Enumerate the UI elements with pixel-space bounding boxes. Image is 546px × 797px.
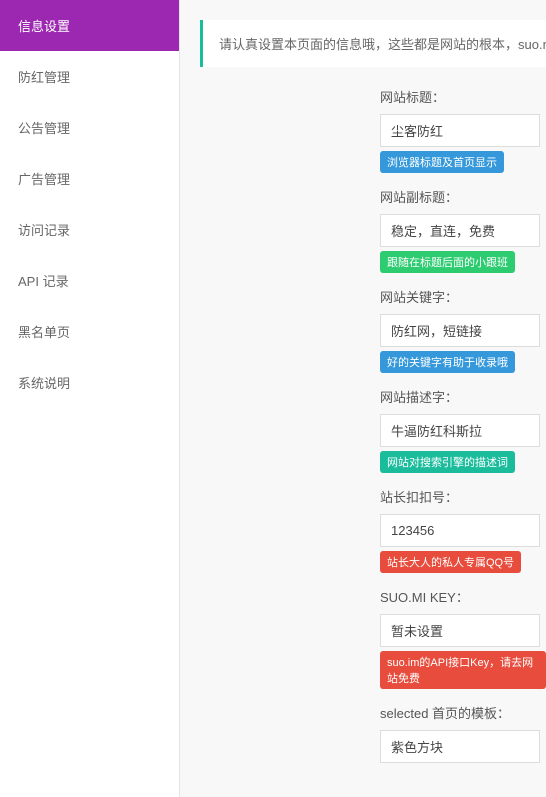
sidebar-item-api-log[interactable]: API 记录 bbox=[0, 255, 179, 306]
settings-form: 网站标题： 浏览器标题及首页显示 网站副标题： 跟随在标题后面的小跟班 网站关键… bbox=[380, 87, 546, 763]
sidebar-item-system-info[interactable]: 系统说明 bbox=[0, 357, 179, 408]
site-title-label: 网站标题： bbox=[380, 87, 546, 106]
site-title-input[interactable] bbox=[380, 114, 540, 147]
sidebar-item-visit-log[interactable]: 访问记录 bbox=[0, 204, 179, 255]
site-keywords-label: 网站关键字： bbox=[380, 287, 546, 306]
site-subtitle-label: 网站副标题： bbox=[380, 187, 546, 206]
admin-qq-input[interactable] bbox=[380, 514, 540, 547]
site-description-input[interactable] bbox=[380, 414, 540, 447]
suomi-key-label: SUO.MI KEY： bbox=[380, 587, 546, 606]
admin-qq-label: 站长扣扣号： bbox=[380, 487, 546, 506]
sidebar-item-blacklist[interactable]: 黑名单页 bbox=[0, 306, 179, 357]
site-description-label: 网站描述字： bbox=[380, 387, 546, 406]
site-description-hint: 网站对搜索引擎的描述词 bbox=[380, 451, 515, 473]
sidebar-item-info-settings[interactable]: 信息设置 bbox=[0, 0, 179, 51]
site-title-hint: 浏览器标题及首页显示 bbox=[380, 151, 504, 173]
site-subtitle-hint: 跟随在标题后面的小跟班 bbox=[380, 251, 515, 273]
admin-qq-hint: 站长大人的私人专属QQ号 bbox=[380, 551, 521, 573]
main-content: 请认真设置本页面的信息哦，这些都是网站的根本，suo.mi的key直接去 网站标… bbox=[180, 0, 546, 797]
sidebar-item-announcement[interactable]: 公告管理 bbox=[0, 102, 179, 153]
sidebar: 信息设置 防红管理 公告管理 广告管理 访问记录 API 记录 黑名单页 系统说… bbox=[0, 0, 180, 797]
site-keywords-hint: 好的关键字有助于收录哦 bbox=[380, 351, 515, 373]
site-keywords-input[interactable] bbox=[380, 314, 540, 347]
suomi-key-hint: suo.im的API接口Key，请去网站免费 bbox=[380, 651, 546, 689]
suomi-key-input[interactable] bbox=[380, 614, 540, 647]
site-subtitle-input[interactable] bbox=[380, 214, 540, 247]
template-label: selected 首页的模板： bbox=[380, 703, 546, 722]
template-select[interactable] bbox=[380, 730, 540, 763]
notice-banner: 请认真设置本页面的信息哦，这些都是网站的根本，suo.mi的key直接去 bbox=[200, 20, 546, 67]
sidebar-item-ads[interactable]: 广告管理 bbox=[0, 153, 179, 204]
sidebar-item-anti-red[interactable]: 防红管理 bbox=[0, 51, 179, 102]
